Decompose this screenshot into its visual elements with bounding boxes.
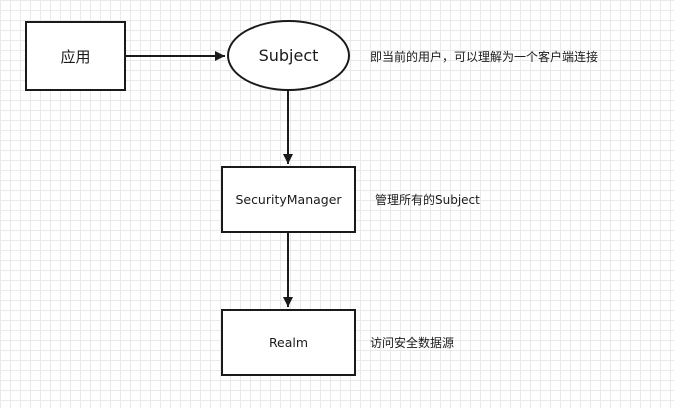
diagram-canvas: 应用 Subject 即当前的用户，可以理解为一个客户端连接 SecurityM… <box>0 0 674 408</box>
node-realm-label: Realm <box>268 335 309 350</box>
node-app: 应用 <box>25 21 126 91</box>
subject-note: 即当前的用户，可以理解为一个客户端连接 <box>370 50 599 64</box>
realm-note: 访问安全数据源 <box>370 336 455 350</box>
security-manager-note: 管理所有的Subject <box>375 193 480 207</box>
node-security-manager: SecurityManager <box>221 166 356 233</box>
node-subject: Subject <box>227 20 350 91</box>
node-security-manager-label: SecurityManager <box>235 192 342 207</box>
node-app-label: 应用 <box>60 47 91 66</box>
node-realm: Realm <box>221 309 356 376</box>
node-subject-label: Subject <box>258 46 319 65</box>
